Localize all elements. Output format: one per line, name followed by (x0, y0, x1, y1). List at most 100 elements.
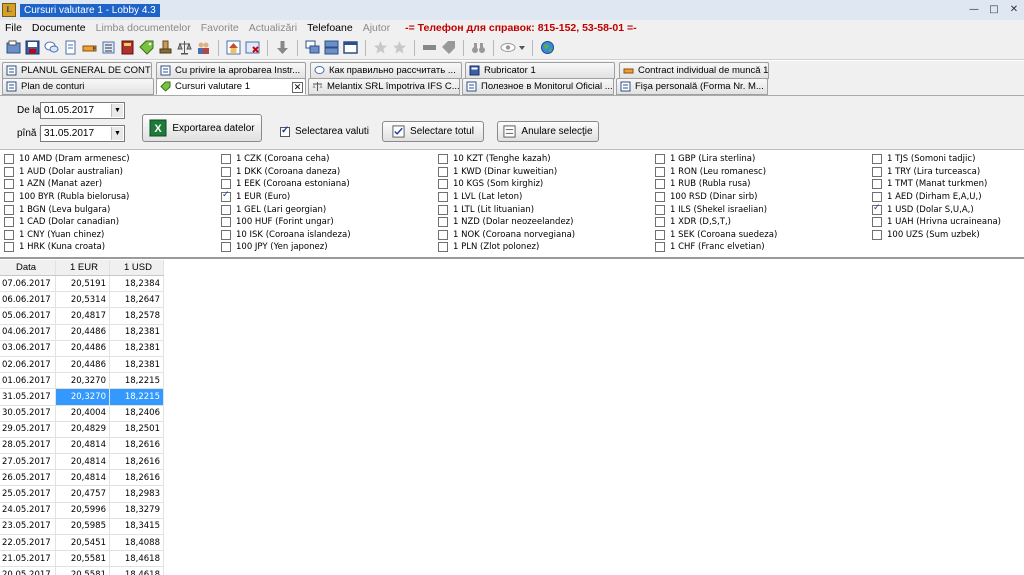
currency-checkbox[interactable] (4, 242, 14, 253)
tab-plan-de-conturi[interactable]: Plan de conturi (2, 78, 154, 95)
currency-option[interactable]: 1 EEK (Coroana estoniana) (221, 178, 351, 191)
people-icon[interactable] (195, 39, 212, 56)
currency-option[interactable]: 100 HUF (Forint ungar) (221, 216, 351, 229)
column-header-date[interactable]: Data (0, 260, 56, 275)
binoculars-icon[interactable] (470, 39, 487, 56)
currency-option[interactable]: 100 BYR (Rubla bielorusa) (4, 191, 130, 204)
tab-rubricator[interactable]: Rubricator 1 (465, 62, 615, 79)
currency-checkbox[interactable] (655, 192, 665, 203)
home-icon[interactable] (225, 39, 242, 56)
currency-checkbox[interactable] (655, 229, 665, 240)
currency-option[interactable]: 1 HRK (Kuna croata) (4, 241, 130, 254)
table-row[interactable]: 05.06.2017 20,4817 18,2578 (0, 308, 164, 325)
cancel-selection-button[interactable]: Anulare selecţie (497, 121, 599, 142)
currency-option[interactable]: 100 JPY (Yen japonez) (221, 241, 351, 254)
arrow-down-icon[interactable] (274, 39, 291, 56)
currency-checkbox[interactable] (4, 179, 14, 190)
table-row[interactable]: 30.05.2017 20,4004 18,2406 (0, 405, 164, 422)
currency-checkbox[interactable] (221, 242, 231, 253)
chevron-down-icon[interactable]: ▼ (111, 104, 123, 117)
table-row[interactable]: 25.05.2017 20,4757 18,2983 (0, 486, 164, 503)
currency-option[interactable]: 100 RSD (Dinar sirb) (655, 191, 777, 204)
currency-checkbox[interactable] (221, 204, 231, 215)
select-all-button[interactable]: Selectare totul (382, 121, 484, 142)
currency-option[interactable]: 1 LVL (Lat leton) (438, 191, 575, 204)
globe-icon[interactable] (539, 39, 556, 56)
table-row[interactable]: 28.05.2017 20,4814 18,2616 (0, 437, 164, 455)
save-icon[interactable] (24, 39, 41, 56)
currency-option[interactable]: 1 BGN (Leva bulgara) (4, 203, 130, 216)
currency-checkbox[interactable] (655, 242, 665, 253)
table-row[interactable]: 02.06.2017 20,4486 18,2381 (0, 356, 164, 374)
close-tab-icon[interactable]: ✕ (292, 82, 303, 93)
currency-option[interactable]: 1 TJS (Somoni tadjic) (872, 153, 1001, 166)
currency-option[interactable]: 1 EUR (Euro) (221, 190, 351, 204)
currency-checkbox[interactable] (872, 154, 882, 165)
currency-checkbox[interactable] (655, 217, 665, 228)
maximize-icon[interactable]: □ (984, 0, 1004, 18)
minimize-icon[interactable]: — (964, 0, 984, 18)
currency-checkbox[interactable] (438, 204, 448, 215)
currency-option[interactable]: 1 GEL (Lari georgian) (221, 203, 351, 216)
tab-fisa-personala[interactable]: Fişa personală (Forma Nr. M... (616, 78, 768, 95)
currency-checkbox[interactable] (655, 204, 665, 215)
tab-kak-pravilno[interactable]: Как правильно рассчитать ... (310, 62, 462, 79)
currency-checkbox[interactable] (221, 229, 231, 240)
currency-option[interactable]: 1 SEK (Coroana suedeza) (655, 229, 777, 242)
table-row[interactable]: 20.05.2017 20,5581 18,4618 (0, 567, 164, 575)
currency-checkbox[interactable] (438, 229, 448, 240)
table-row[interactable]: 04.06.2017 20,4486 18,2381 (0, 324, 164, 341)
star-icon[interactable] (372, 39, 389, 56)
currency-option[interactable]: 1 TMT (Manat turkmen) (872, 178, 1001, 191)
menu-item-6[interactable]: Ajutor (358, 22, 395, 34)
edit-icon[interactable] (81, 39, 98, 56)
currency-checkbox[interactable] (221, 166, 231, 177)
tab-cursuri-valutare[interactable]: Cursuri valutare 1 ✕ (156, 78, 306, 95)
currency-checkbox[interactable] (4, 192, 14, 203)
currency-option[interactable]: 1 AED (Dirham E,A,U,) (872, 191, 1001, 204)
currency-checkbox[interactable] (655, 166, 665, 177)
menu-item-2[interactable]: Limba documentelor (91, 22, 196, 34)
single-window-icon[interactable] (342, 39, 359, 56)
cascade-windows-icon[interactable] (304, 39, 321, 56)
currency-checkbox[interactable] (221, 217, 231, 228)
currency-checkbox[interactable] (872, 203, 882, 215)
tab-planul-general[interactable]: PLANUL GENERAL DE CONTU... (2, 62, 152, 79)
table-row[interactable]: 31.05.2017 20,3270 18,2215 (0, 389, 164, 406)
currency-option[interactable]: 1 AZN (Manat azer) (4, 178, 130, 191)
currency-option[interactable]: 1 AUD (Dolar australian) (4, 166, 130, 179)
currency-checkbox[interactable] (438, 217, 448, 228)
currency-checkbox[interactable] (872, 217, 882, 228)
stamp-icon[interactable] (157, 39, 174, 56)
table-row[interactable]: 29.05.2017 20,4829 18,2501 (0, 421, 164, 438)
currency-option[interactable]: 10 ISK (Coroana islandeza) (221, 229, 351, 242)
currency-checkbox[interactable] (438, 179, 448, 190)
star-remove-icon[interactable] (391, 39, 408, 56)
table-row[interactable]: 22.05.2017 20,5451 18,4088 (0, 535, 164, 552)
currency-checkbox[interactable] (655, 154, 665, 165)
table-row[interactable]: 06.06.2017 20,5314 18,2647 (0, 292, 164, 309)
currency-checkbox[interactable] (4, 166, 14, 177)
currency-option[interactable]: 10 AMD (Dram armenesc) (4, 153, 130, 166)
document-icon[interactable] (62, 39, 79, 56)
currency-option[interactable]: 1 UAH (Hrivna ucraineana) (872, 216, 1001, 229)
eye-icon[interactable] (500, 39, 526, 56)
currency-option[interactable]: 1 CHF (Franc elvetian) (655, 241, 777, 254)
menu-item-3[interactable]: Favorite (196, 22, 244, 34)
currency-checkbox[interactable] (438, 192, 448, 203)
currency-option[interactable]: 1 USD (Dolar S,U,A,) (872, 203, 1001, 216)
label-icon[interactable] (440, 39, 457, 56)
comments-icon[interactable] (43, 39, 60, 56)
currency-checkbox[interactable] (438, 242, 448, 253)
tab-poleznoe[interactable]: Полезное в Monitorul Oficial ... (462, 78, 614, 95)
close-icon[interactable]: ✕ (1004, 0, 1024, 18)
tag-icon[interactable] (138, 39, 155, 56)
select-currency-checkbox[interactable] (280, 125, 290, 137)
menu-item-0[interactable]: File (0, 22, 27, 34)
table-row[interactable]: 07.06.2017 20,5191 18,2384 (0, 276, 164, 293)
table-row[interactable]: 23.05.2017 20,5985 18,3415 (0, 518, 164, 535)
currency-option[interactable]: 1 RON (Leu romanesc) (655, 166, 777, 179)
currency-option[interactable]: 10 KGS (Som kirghiz) (438, 178, 575, 191)
currency-option[interactable]: 1 CZK (Coroana ceha) (221, 153, 351, 166)
currency-option[interactable]: 1 DKK (Coroana daneza) (221, 166, 351, 179)
